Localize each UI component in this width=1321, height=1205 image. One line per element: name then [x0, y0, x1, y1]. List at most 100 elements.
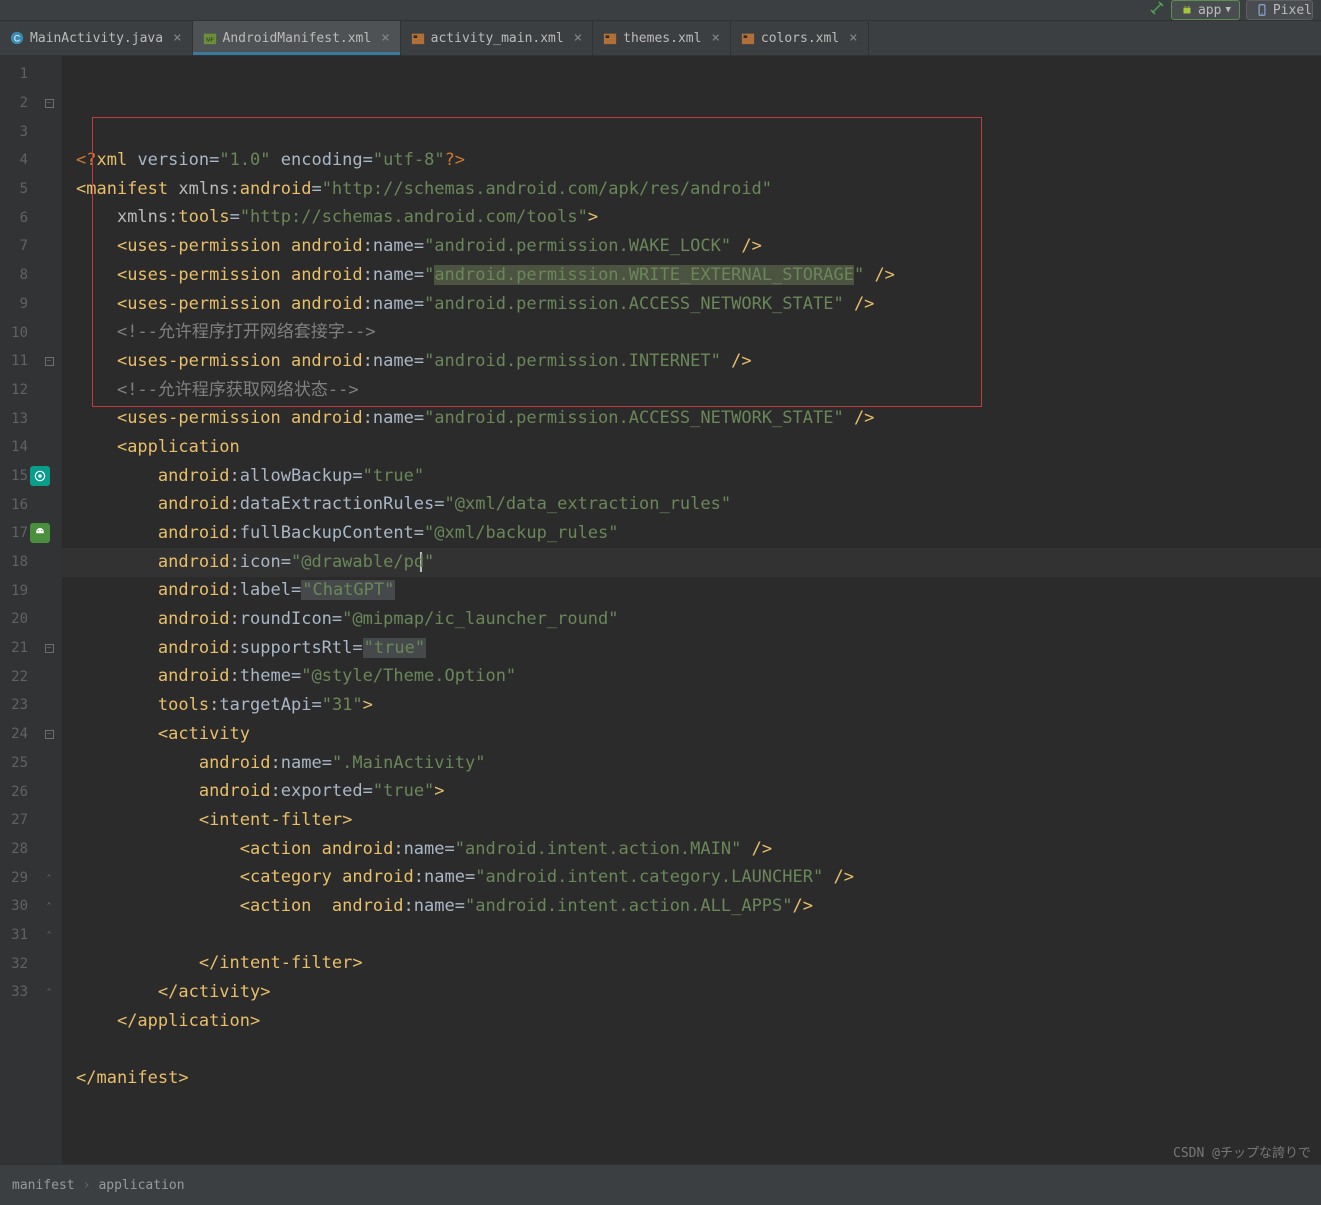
resource-icon[interactable] [30, 466, 50, 486]
code-line[interactable]: <intent-filter> [76, 806, 1321, 835]
breadcrumb-bar[interactable]: manifest › application [0, 1164, 1321, 1205]
line-number: 13 [0, 411, 28, 427]
code-line[interactable]: <action android:name="android.intent.act… [76, 892, 1321, 921]
code-line[interactable]: <!--允许程序打开网络套接字--> [76, 318, 1321, 347]
tab-activity_main-xml[interactable]: activity_main.xml × [401, 21, 594, 55]
device-dropdown[interactable]: Pixel [1246, 0, 1313, 20]
run-config-dropdown[interactable]: app ▼ [1171, 0, 1240, 20]
gutter-line[interactable]: 6 [0, 203, 61, 232]
code-line[interactable]: <uses-permission android:name="android.p… [76, 290, 1321, 319]
code-line[interactable]: android:exported="true"> [76, 777, 1321, 806]
gutter-line[interactable]: 3 [0, 117, 61, 146]
line-number: 2 [0, 95, 28, 111]
tab-themes-xml[interactable]: themes.xml× [593, 21, 731, 55]
code-line[interactable]: <manifest xmlns:android="http://schemas.… [76, 175, 1321, 204]
gutter-line[interactable]: 28 [0, 835, 61, 864]
gutter-line[interactable]: 21− [0, 634, 61, 663]
gutter[interactable]: 12−34567891011−12131415161718192021−2223… [0, 56, 62, 1164]
code-line[interactable]: <action android:name="android.intent.act… [76, 835, 1321, 864]
code-line[interactable]: android:dataExtractionRules="@xml/data_e… [76, 490, 1321, 519]
gutter-line[interactable]: 26 [0, 777, 61, 806]
gutter-line[interactable]: 25 [0, 749, 61, 778]
fold-end-icon[interactable]: ⌃ [45, 988, 54, 997]
code-line[interactable]: android:theme="@style/Theme.Option" [76, 662, 1321, 691]
line-number: 15 [0, 468, 28, 484]
code-line[interactable]: <uses-permission android:name="android.p… [76, 261, 1321, 290]
gutter-line[interactable]: 10 [0, 318, 61, 347]
gutter-line[interactable]: 23 [0, 691, 61, 720]
code-line[interactable]: xmlns:tools="http://schemas.android.com/… [76, 203, 1321, 232]
gutter-line[interactable]: 19 [0, 576, 61, 605]
code-line[interactable]: <activity [76, 720, 1321, 749]
close-icon[interactable]: × [711, 30, 719, 46]
gutter-line[interactable]: 17 [0, 519, 61, 548]
svg-text:C: C [14, 34, 20, 44]
tab-AndroidManifest-xml[interactable]: MFAndroidManifest.xml× [193, 21, 401, 55]
code-line[interactable]: android:name=".MainActivity" [76, 749, 1321, 778]
fold-end-icon[interactable]: ⌃ [45, 873, 54, 882]
tab-label: activity_main.xml [431, 31, 564, 46]
code-line[interactable]: <uses-permission android:name="android.p… [76, 347, 1321, 376]
close-icon[interactable]: × [849, 30, 857, 46]
gutter-line[interactable]: 18 [0, 548, 61, 577]
code-line[interactable]: android:label="ChatGPT" [76, 576, 1321, 605]
resource-icon[interactable] [30, 523, 50, 543]
close-icon[interactable]: × [381, 30, 389, 46]
gutter-line[interactable]: 14 [0, 433, 61, 462]
line-number: 6 [0, 210, 28, 226]
gutter-line[interactable]: 5 [0, 175, 61, 204]
magic-wand-icon[interactable] [1149, 0, 1165, 20]
gutter-line[interactable]: 9 [0, 290, 61, 319]
code-line[interactable]: android:fullBackupContent="@xml/backup_r… [76, 519, 1321, 548]
code-line[interactable]: android:icon="@drawable/pd" [76, 548, 1321, 577]
code-line[interactable]: android:allowBackup="true" [76, 462, 1321, 491]
crumb-application[interactable]: application [98, 1178, 184, 1193]
code-line[interactable]: <?xml version="1.0" encoding="utf-8"?> [76, 146, 1321, 175]
gutter-line[interactable]: 8 [0, 261, 61, 290]
crumb-manifest[interactable]: manifest [12, 1178, 75, 1193]
code-line[interactable]: <uses-permission android:name="android.p… [76, 404, 1321, 433]
code-line[interactable]: <application [76, 433, 1321, 462]
gutter-line[interactable]: 30⌃ [0, 892, 61, 921]
close-icon[interactable]: × [173, 30, 181, 46]
code-line[interactable]: android:supportsRtl="true" [76, 634, 1321, 663]
code-line[interactable]: <!--允许程序获取网络状态--> [76, 376, 1321, 405]
gutter-line[interactable]: 15 [0, 462, 61, 491]
code-area[interactable]: <?xml version="1.0" encoding="utf-8"?><m… [62, 56, 1321, 1164]
close-icon[interactable]: × [574, 30, 582, 46]
fold-end-icon[interactable]: ⌃ [45, 930, 54, 939]
code-line[interactable]: </intent-filter> [76, 949, 1321, 978]
tab-MainActivity-java[interactable]: CMainActivity.java× [0, 21, 193, 55]
gutter-line[interactable]: 4 [0, 146, 61, 175]
gutter-line[interactable]: 32 [0, 949, 61, 978]
code-line[interactable]: <category android:name="android.intent.c… [76, 863, 1321, 892]
fold-toggle-icon[interactable]: − [45, 730, 54, 739]
code-line[interactable]: </application> [76, 1007, 1321, 1036]
gutter-line[interactable]: 20 [0, 605, 61, 634]
code-line[interactable] [76, 1035, 1321, 1064]
gutter-line[interactable]: 16 [0, 490, 61, 519]
fold-end-icon[interactable]: ⌃ [45, 902, 54, 911]
fold-toggle-icon[interactable]: − [45, 644, 54, 653]
gutter-line[interactable]: 24− [0, 720, 61, 749]
tab-colors-xml[interactable]: colors.xml× [731, 21, 869, 55]
gutter-line[interactable]: 1 [0, 60, 61, 89]
gutter-line[interactable]: 31⌃ [0, 921, 61, 950]
gutter-line[interactable]: 22 [0, 662, 61, 691]
gutter-line[interactable]: 13 [0, 404, 61, 433]
fold-toggle-icon[interactable]: − [45, 357, 54, 366]
gutter-line[interactable]: 12 [0, 376, 61, 405]
gutter-line[interactable]: 7 [0, 232, 61, 261]
code-line[interactable]: tools:targetApi="31"> [76, 691, 1321, 720]
gutter-line[interactable]: 33⌃ [0, 978, 61, 1007]
code-line[interactable]: android:roundIcon="@mipmap/ic_launcher_r… [76, 605, 1321, 634]
gutter-line[interactable]: 11− [0, 347, 61, 376]
code-line[interactable]: </manifest> [76, 1064, 1321, 1093]
fold-toggle-icon[interactable]: − [45, 99, 54, 108]
gutter-line[interactable]: 27 [0, 806, 61, 835]
gutter-line[interactable]: 2− [0, 89, 61, 118]
code-line[interactable] [76, 921, 1321, 950]
gutter-line[interactable]: 29⌃ [0, 863, 61, 892]
code-line[interactable]: <uses-permission android:name="android.p… [76, 232, 1321, 261]
code-line[interactable]: </activity> [76, 978, 1321, 1007]
